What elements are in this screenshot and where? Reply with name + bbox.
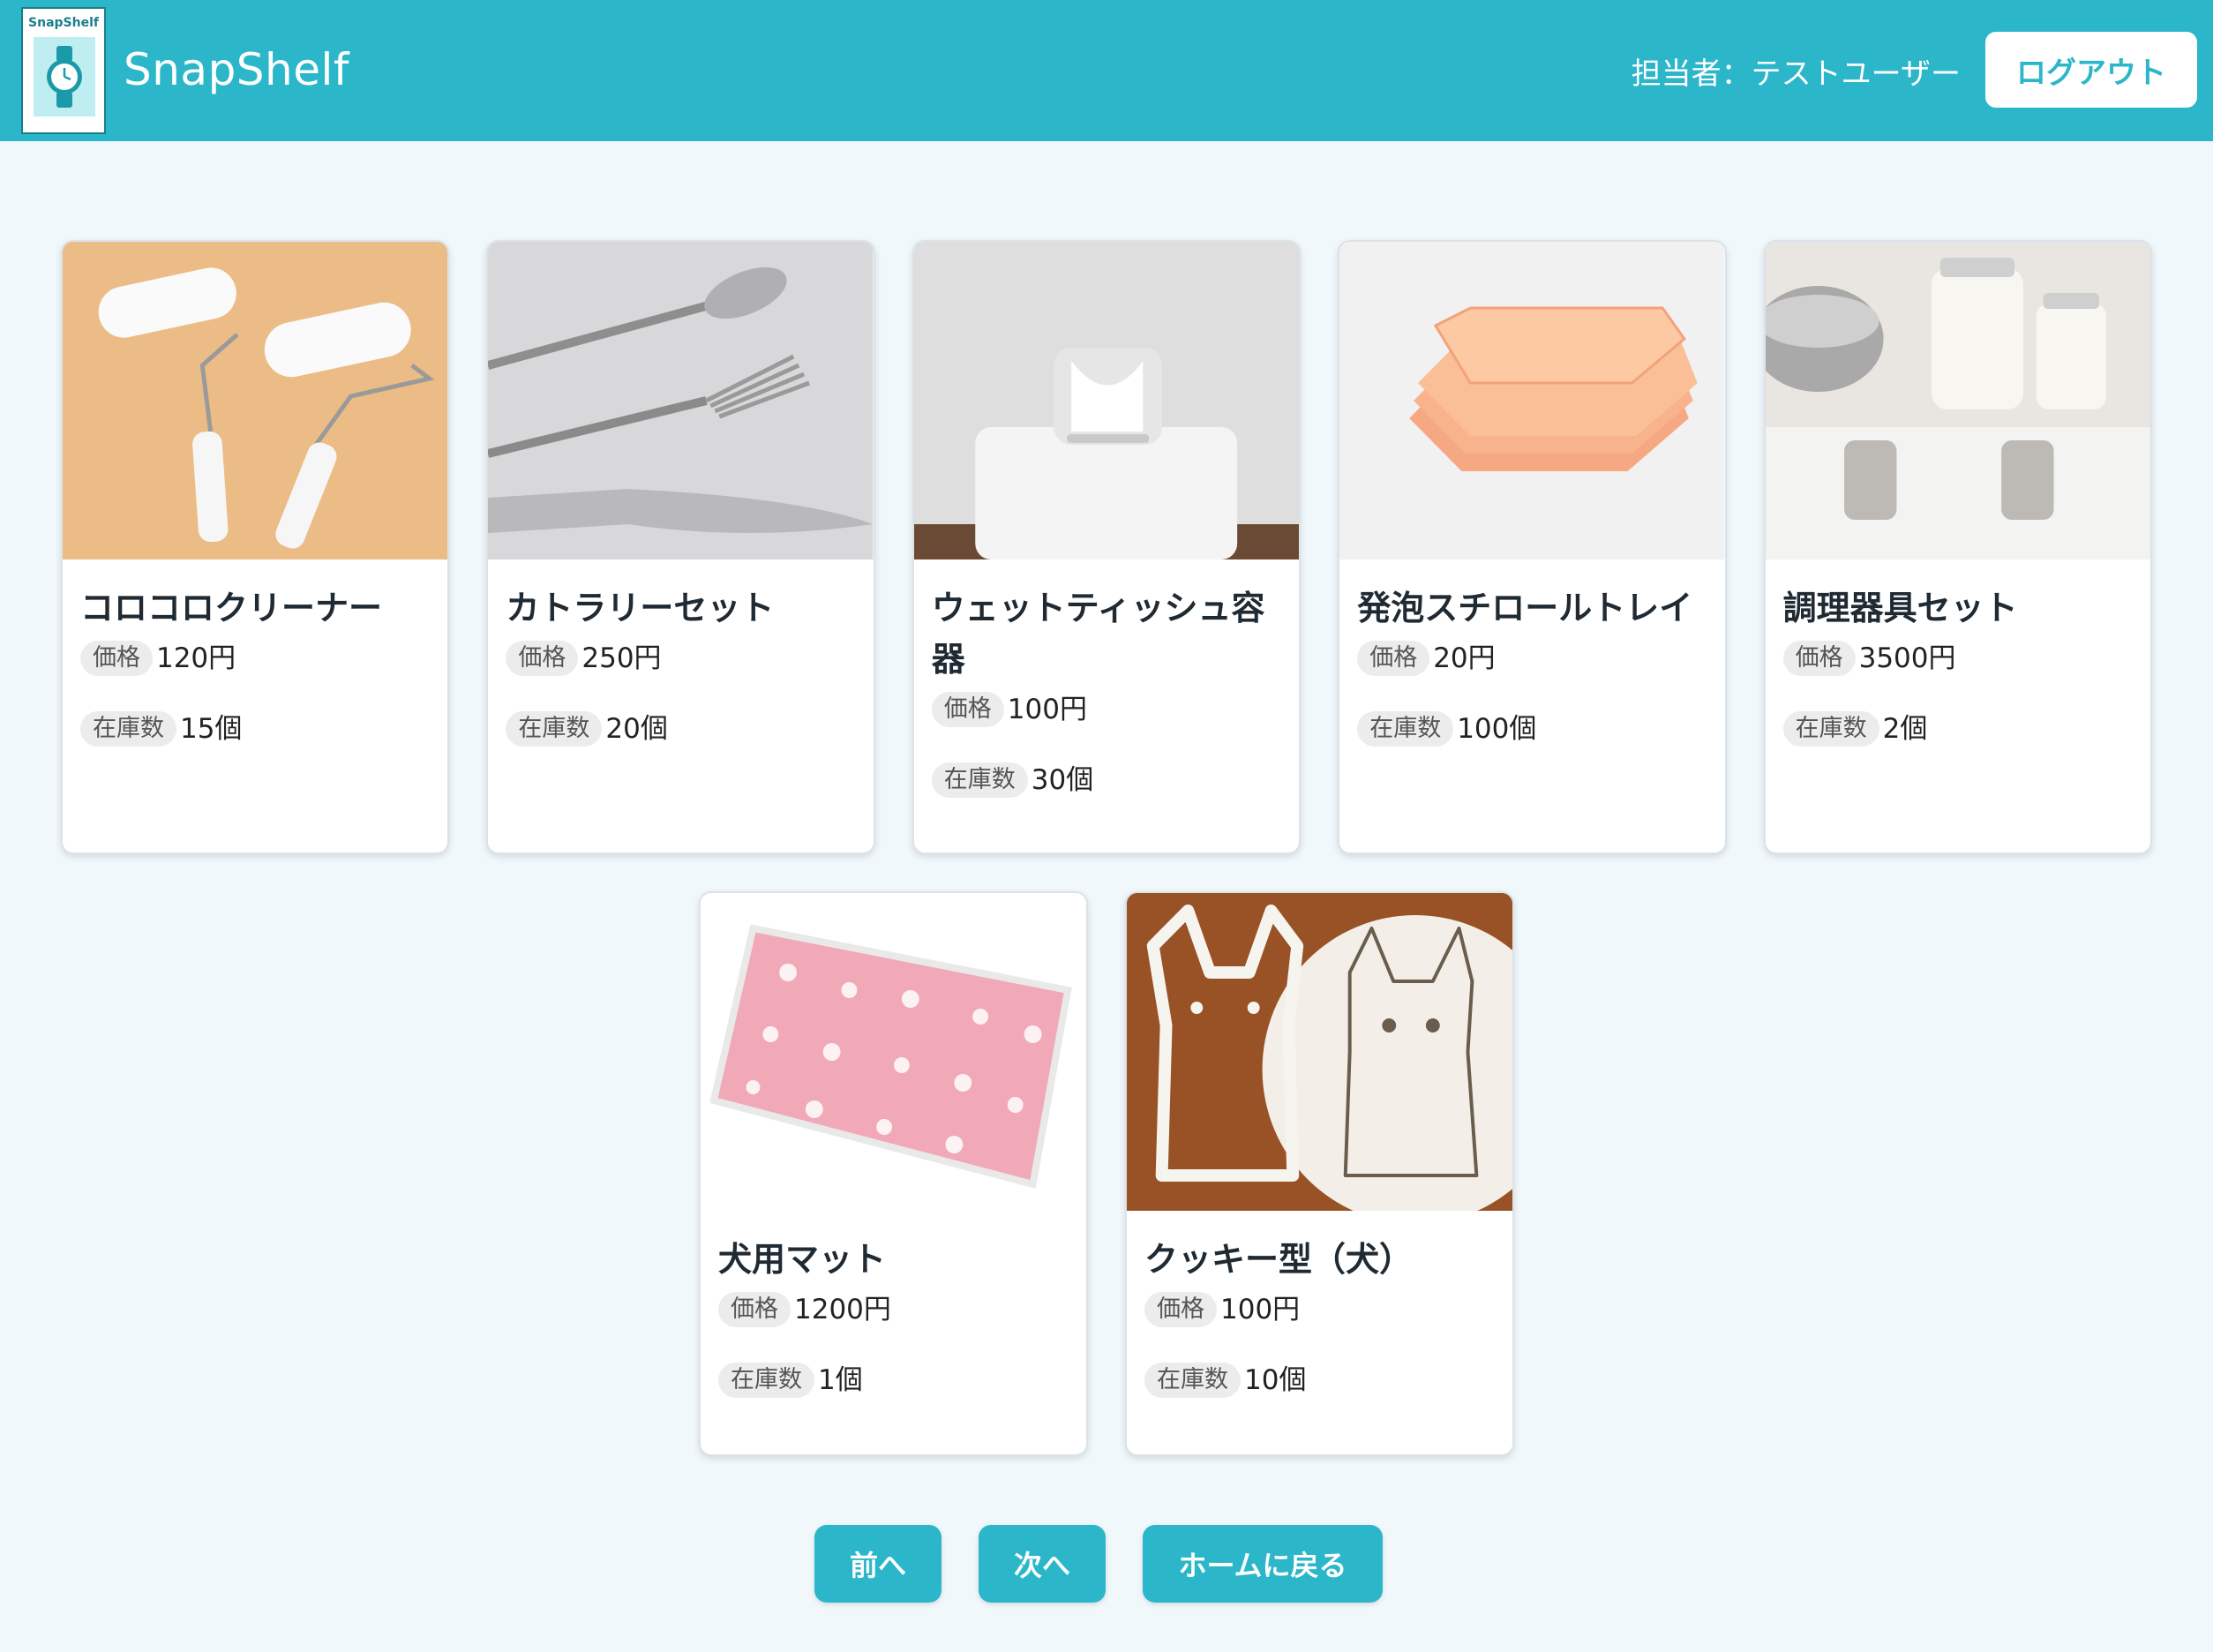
stock-label: 在庫数 bbox=[1782, 711, 1879, 747]
logout-button[interactable]: ログアウト bbox=[1985, 32, 2197, 108]
stock-label: 在庫数 bbox=[1144, 1363, 1241, 1398]
product-price: 250円 bbox=[581, 642, 662, 674]
product-stock: 100個 bbox=[1457, 713, 1537, 745]
product-name: コロコロクリーナー bbox=[79, 589, 382, 627]
pagination: 前へ 次へ ホームに戻る bbox=[0, 1525, 2213, 1603]
app-logo[interactable]: SnapShelf bbox=[21, 7, 106, 134]
cutlery-image bbox=[488, 242, 874, 559]
product-price: 100円 bbox=[1220, 1294, 1301, 1325]
product-card[interactable]: 発泡スチロールトレイ 価格 20円 在庫数 100個 bbox=[1338, 240, 1727, 854]
product-row: コロコロクリーナー 価格 120円 在庫数 15個 カトラリーセット 価格 250円 … bbox=[60, 240, 2153, 854]
product-stock: 10個 bbox=[1244, 1364, 1307, 1396]
stock-label: 在庫数 bbox=[506, 711, 603, 747]
product-name: クッキー型（犬） bbox=[1144, 1240, 1414, 1279]
product-grid: コロコロクリーナー 価格 120円 在庫数 15個 カトラリーセット 価格 250円 … bbox=[60, 240, 2153, 1493]
price-label: 価格 bbox=[1782, 641, 1856, 676]
product-price: 20円 bbox=[1433, 642, 1496, 674]
product-stock: 30個 bbox=[1031, 764, 1094, 796]
product-card[interactable]: 調理器具セット 価格 3500円 在庫数 2個 bbox=[1763, 240, 2153, 854]
product-price: 3500円 bbox=[1858, 642, 1956, 674]
price-label: 価格 bbox=[79, 641, 153, 676]
app-header: SnapShelf SnapShelf 担当者：テストユーザー ログアウト bbox=[0, 0, 2213, 141]
product-stock: 15個 bbox=[179, 713, 243, 745]
product-name: カトラリーセット bbox=[506, 589, 775, 627]
product-price: 120円 bbox=[155, 642, 236, 674]
logo-text: SnapShelf bbox=[28, 16, 99, 30]
prev-page-button[interactable]: 前へ bbox=[814, 1525, 941, 1603]
product-name: 犬用マット bbox=[718, 1240, 887, 1279]
stock-label: 在庫数 bbox=[1357, 711, 1454, 747]
product-card[interactable]: クッキー型（犬） 価格 100円 在庫数 10個 bbox=[1125, 891, 1514, 1456]
product-name: 発泡スチロールトレイ bbox=[1357, 589, 1693, 627]
wet-tissue-case-image bbox=[913, 242, 1300, 559]
price-label: 価格 bbox=[1357, 641, 1430, 676]
price-label: 価格 bbox=[931, 692, 1004, 727]
product-stock: 1個 bbox=[818, 1364, 863, 1396]
next-page-button[interactable]: 次へ bbox=[979, 1525, 1106, 1603]
product-row: 犬用マット 価格 1200円 在庫数 1個 クッキー型（犬） 価格 100円 在庫数 1… bbox=[61, 891, 2152, 1456]
price-label: 価格 bbox=[1144, 1292, 1217, 1327]
product-card[interactable]: コロコロクリーナー 価格 120円 在庫数 15個 bbox=[60, 240, 450, 854]
product-card[interactable]: 犬用マット 価格 1200円 在庫数 1個 bbox=[699, 891, 1088, 1456]
product-name: 調理器具セット bbox=[1782, 589, 2018, 627]
product-stock: 20個 bbox=[605, 713, 668, 745]
product-stock: 2個 bbox=[1882, 713, 1928, 745]
product-name: ウェットティッシュ容器 bbox=[931, 589, 1265, 679]
price-label: 価格 bbox=[718, 1292, 791, 1327]
product-card[interactable]: カトラリーセット 価格 250円 在庫数 20個 bbox=[486, 240, 875, 854]
product-card[interactable]: ウェットティッシュ容器 価格 100円 在庫数 30個 bbox=[911, 240, 1302, 854]
stock-label: 在庫数 bbox=[931, 762, 1028, 798]
dog-mat-image bbox=[701, 893, 1086, 1211]
kitchenware-image bbox=[1765, 242, 2151, 559]
price-label: 価格 bbox=[506, 641, 579, 676]
back-to-home-button[interactable]: ホームに戻る bbox=[1143, 1525, 1383, 1603]
stock-label: 在庫数 bbox=[718, 1363, 814, 1398]
dog-cookie-cutter-image bbox=[1127, 893, 1512, 1211]
stock-label: 在庫数 bbox=[79, 711, 176, 747]
lint-roller-image bbox=[62, 242, 448, 559]
user-label: 担当者：テストユーザー bbox=[1631, 56, 1961, 92]
foam-tray-image bbox=[1339, 242, 1725, 559]
brand-name: SnapShelf bbox=[124, 44, 349, 95]
watch-icon bbox=[34, 37, 95, 116]
product-price: 100円 bbox=[1007, 694, 1087, 725]
product-price: 1200円 bbox=[794, 1294, 891, 1325]
